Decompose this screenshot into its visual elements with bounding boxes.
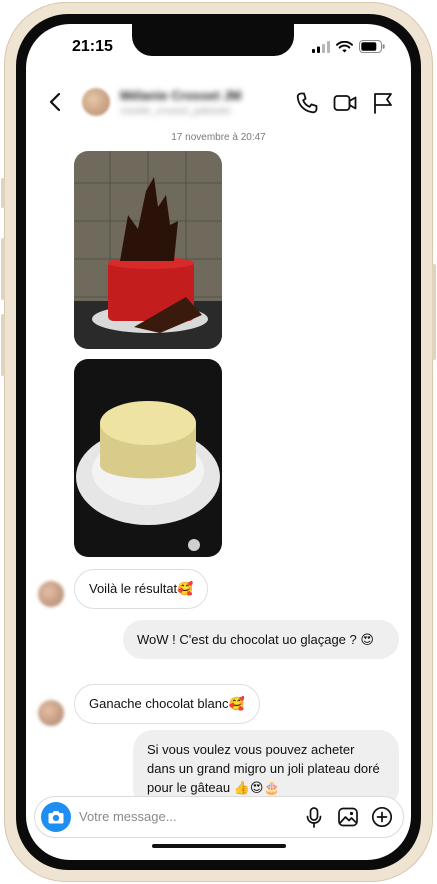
message-composer: Votre message... [34,796,404,838]
home-indicator[interactable] [152,844,286,848]
incoming-message[interactable]: Voilà le résultat🥰 [74,569,209,609]
outgoing-message[interactable]: WoW ! C'est du chocolat uo glaçage ? 😍 [123,620,399,659]
volume-down-button [1,314,5,376]
mute-switch [1,178,5,208]
volume-up-button [1,238,5,300]
message-input[interactable]: Votre message... [79,809,177,824]
signal-icon [312,40,330,53]
status-time: 21:15 [72,38,113,55]
contact-message-avatar[interactable] [38,700,64,726]
camera-button[interactable] [41,802,71,832]
chat-header: Mélanie Crosset JM rosette_crosset_patis… [26,80,411,126]
date-separator: 17 novembre à 20:47 [171,132,266,143]
notch [132,24,294,56]
incoming-message[interactable]: Ganache chocolat blanc🥰 [74,684,260,724]
microphone-icon[interactable] [303,806,325,828]
image-icon[interactable] [337,806,359,828]
power-button [432,264,436,360]
status-icons [312,40,385,53]
contact-message-avatar[interactable] [38,581,64,607]
plus-circle-icon[interactable] [371,806,393,828]
battery-icon [359,40,385,53]
red-cake-photo [74,151,222,349]
photo-message-red-cake[interactable] [74,151,222,349]
wifi-icon [336,40,353,52]
chevron-left-icon[interactable] [44,90,68,114]
flag-icon[interactable] [370,90,396,116]
phone-icon[interactable] [294,90,320,116]
camera-icon [48,811,64,824]
contact-username: rosette_crosset_patissier [120,106,232,117]
screen: 21:15 Mélanie Crosset JM rosette_crosset… [26,24,411,860]
white-cake-photo [74,359,222,557]
photo-message-white-cake[interactable] [74,359,222,557]
contact-name[interactable]: Mélanie Crosset JM [120,88,241,103]
phone-frame: 21:15 Mélanie Crosset JM rosette_crosset… [1,2,436,882]
contact-avatar[interactable] [82,88,110,116]
phone-bezel: 21:15 Mélanie Crosset JM rosette_crosset… [16,14,421,870]
video-camera-icon[interactable] [332,90,358,116]
